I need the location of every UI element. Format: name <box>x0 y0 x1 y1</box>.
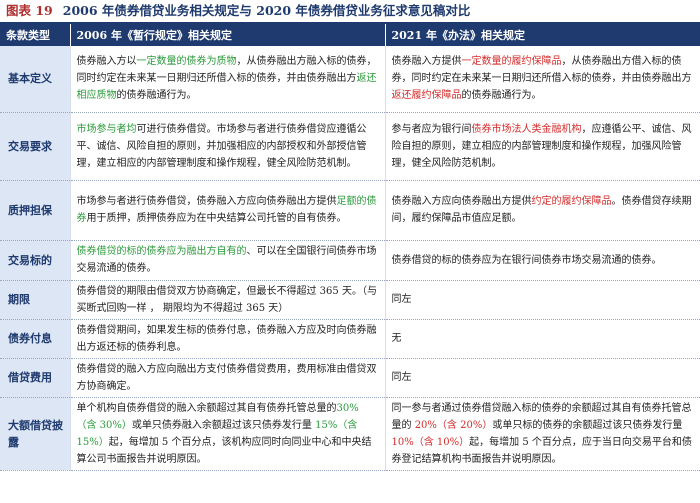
highlighted-text: 债券借贷的标的债券应为融出方自有的 <box>76 246 247 257</box>
cell-2021-rule: 同左 <box>385 280 700 320</box>
figure-title-text: 2006 年债券借贷业务相关规定与 2020 年债券借贷业务征求意见稿对比 <box>62 3 471 18</box>
highlighted-text: 约定的履约保障品 <box>531 196 612 207</box>
rule-text: 或单只标的债券的余额超过该只债券发行量 <box>492 419 683 431</box>
highlighted-text: 市场参与者均 <box>76 123 137 135</box>
comparison-table: 条款类型 2006 年《暂行规定》相关规定 2021 年《办法》相关规定 基本定… <box>0 24 700 471</box>
highlighted-text: 返还履约保障品 <box>391 90 462 102</box>
rule-text: 债券借贷的期限由借贷双方协商确定，但最长不得超过 365 天。（与买断式回购一样… <box>76 285 377 314</box>
highlighted-text: 一定数量的履约保障品 <box>461 56 562 68</box>
row-category: 借贷费用 <box>0 358 71 398</box>
cell-2006-rule: 债券借贷的标的债券应为融出方自有的、可以在全国银行间债券市场交易流通的债券。 <box>70 240 386 281</box>
cell-2021-rule: 债券融入方提供一定数量的履约保障品，从债券融出方借入标的债券，同时约定在未来某一… <box>385 46 700 113</box>
cell-2021-rule: 债券融入方应向债券融出方提供约定的履约保障品。债券借贷存续期间，履约保障品市值应… <box>385 180 700 241</box>
column-header-2006: 2006 年《暂行规定》相关规定 <box>70 24 386 46</box>
cell-2021-rule: 参与者应为银行间债券市场法人类金融机构，应遵循公平、诚信、风险自担的原则，建立相… <box>385 112 700 181</box>
highlighted-text: 10%（含 10%） <box>391 436 470 448</box>
rule-text: 的债券融通行为。 <box>116 90 197 102</box>
table-row: 期限 债券借贷的期限由借贷双方协商确定，但最长不得超过 365 天。（与买断式回购… <box>0 280 700 320</box>
cell-2021-rule: 同一参与者通过债券借贷融入标的债券的余额超过其自有债券托管总量的 20%（含 2… <box>385 397 700 471</box>
table-row: 交易要求 市场参与者均可进行债券借贷。市场参与者进行债券借贷应遵循公平、诚信、风险… <box>0 112 700 181</box>
rule-text: 参与者应为银行间 <box>391 123 472 135</box>
table-row: 基本定义 债券融入方以一定数量的债券为质物，从债券融出方融入标的债券，同时约定在未… <box>0 46 700 113</box>
cell-2006-rule: 市场参与者进行债券借贷，债券融入方应向债券融出方提供足额的债券用于质押，质押债券… <box>70 180 386 241</box>
table-body: 基本定义 债券融入方以一定数量的债券为质物，从债券融出方融入标的债券，同时约定在未… <box>0 46 700 471</box>
figure-title: 图表 19 2006 年债券借贷业务相关规定与 2020 年债券借贷业务征求意见稿… <box>0 0 700 22</box>
table-row: 质押担保 市场参与者进行债券借贷，债券融入方应向债券融出方提供足额的债券用于质押，… <box>0 180 700 241</box>
rule-text: 起，每增加 5 个百分点，该机构应同时向同业中心和中央结算公司书面报告并说明原因… <box>76 436 372 465</box>
rule-text: 债券融入方提供 <box>391 56 462 68</box>
rule-text: 债券融入方应向债券融出方提供 <box>391 196 532 207</box>
table-header-row: 条款类型 2006 年《暂行规定》相关规定 2021 年《办法》相关规定 <box>0 24 700 46</box>
row-category: 大额借贷披露 <box>0 397 71 471</box>
highlighted-text: 20%（含 20%） <box>414 419 493 431</box>
row-category: 债券付息 <box>0 319 71 359</box>
table-row: 交易标的 债券借贷的标的债券应为融出方自有的、可以在全国银行间债券市场交易流通的债… <box>0 240 700 281</box>
rule-text: 市场参与者进行债券借贷，债券融入方应向债券融出方提供 <box>76 196 337 207</box>
rule-text: 的债券融通行为。 <box>461 90 542 102</box>
highlighted-text: 一定数量的债券为质物 <box>136 56 237 68</box>
row-category: 交易标的 <box>0 240 71 281</box>
figure-label: 图表 19 <box>6 3 53 18</box>
row-category: 期限 <box>0 280 71 320</box>
rule-text: 同左 <box>391 372 412 383</box>
table-row: 借贷费用 债券借贷的融入方应向融出方支付债券借贷费用，费用标准由借贷双方协商确定。… <box>0 358 700 398</box>
cell-2006-rule: 债券借贷的融入方应向融出方支付债券借贷费用，费用标准由借贷双方协商确定。 <box>70 358 386 398</box>
rule-text: 无 <box>391 333 402 344</box>
cell-2021-rule: 无 <box>385 319 700 359</box>
rule-text: 用于质押，质押债券应为在中央结算公司托管的自有债券。 <box>86 213 347 224</box>
row-category: 基本定义 <box>0 46 71 113</box>
row-category: 交易要求 <box>0 112 71 181</box>
rule-text: 债券借贷的融入方应向融出方支付债券借贷费用，费用标准由借贷双方协商确定。 <box>76 363 377 392</box>
column-header-category: 条款类型 <box>0 24 71 46</box>
rule-text: 债券借贷的标的债券应为在银行间债券市场交易流通的债券。 <box>391 254 662 266</box>
cell-2021-rule: 债券借贷的标的债券应为在银行间债券市场交易流通的债券。 <box>385 240 700 281</box>
rule-text: 或单只债券融入余额超过该只债券发行量 <box>131 419 316 431</box>
cell-2006-rule: 债券融入方以一定数量的债券为质物，从债券融出方融入标的债券，同时约定在未来某一日… <box>70 46 386 113</box>
table-row: 大额借贷披露 单个机构自债券借贷的融入余额超过其自有债券托管总量的30%（含 30… <box>0 397 700 471</box>
column-header-2021: 2021 年《办法》相关规定 <box>385 24 700 46</box>
rule-text: 债券借贷期间，如果发生标的债券付息，债券融入方应及时向债券融出方返还标的债券利息… <box>76 324 377 353</box>
cell-2006-rule: 单个机构自债券借贷的融入余额超过其自有债券托管总量的30%（含 30%）或单只债… <box>70 397 386 471</box>
rule-text: 同左 <box>391 294 412 305</box>
table-row: 债券付息 债券借贷期间，如果发生标的债券付息，债券融入方应及时向债券融出方返还标的… <box>0 319 700 359</box>
rule-text: 单个机构自债券借贷的融入余额超过其自有债券托管总量的 <box>76 402 337 414</box>
cell-2006-rule: 债券借贷期间，如果发生标的债券付息，债券融入方应及时向债券融出方返还标的债券利息… <box>70 319 386 359</box>
highlighted-text: 债券市场法人类金融机构 <box>471 123 582 135</box>
rule-text: 债券融入方以 <box>76 56 137 68</box>
row-category: 质押担保 <box>0 180 71 241</box>
cell-2006-rule: 市场参与者均可进行债券借贷。市场参与者进行债券借贷应遵循公平、诚信、风险自担的原… <box>70 112 386 181</box>
cell-2021-rule: 同左 <box>385 358 700 398</box>
cell-2006-rule: 债券借贷的期限由借贷双方协商确定，但最长不得超过 365 天。（与买断式回购一样… <box>70 280 386 320</box>
